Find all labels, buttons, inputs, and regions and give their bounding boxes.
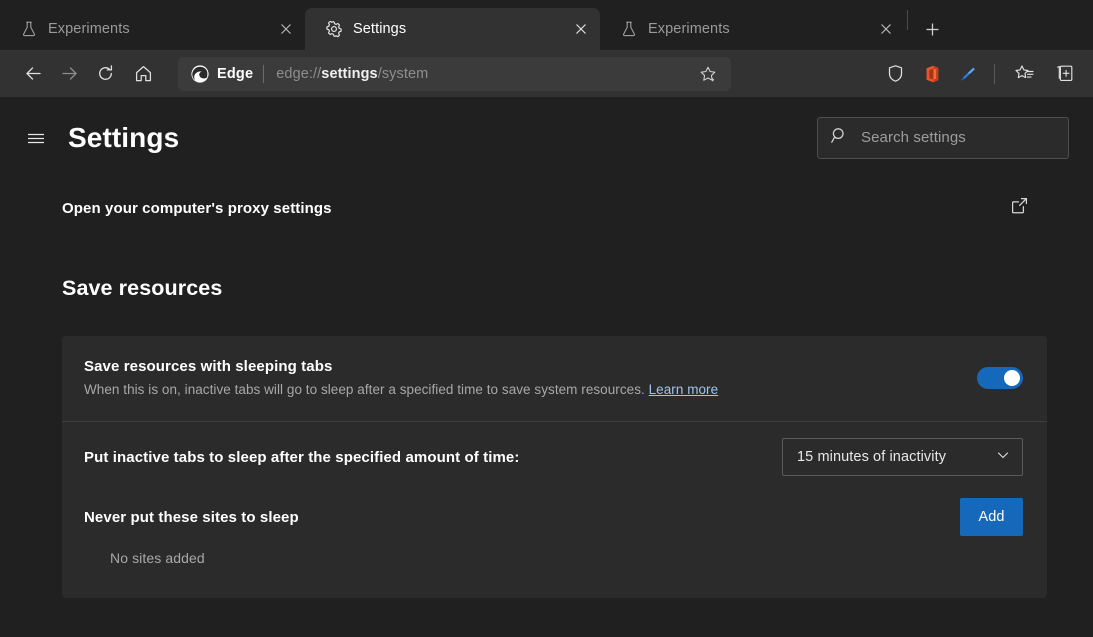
refresh-icon [96,64,115,83]
sleep-timer-row: Put inactive tabs to sleep after the spe… [62,422,1047,488]
add-site-button[interactable]: Add [960,498,1023,536]
toolbar-divider [994,64,995,84]
url-highlighted: settings [321,66,377,82]
close-tab-icon[interactable] [273,16,299,42]
refresh-button[interactable] [88,57,122,91]
never-sleep-label: Never put these sites to sleep [84,509,960,526]
toggle-knob [1004,370,1020,386]
flask-icon [20,20,38,38]
flask-icon [620,20,638,38]
section-title-save-resources: Save resources [0,238,1069,301]
home-button[interactable] [124,57,162,91]
sleeping-tabs-toggle[interactable] [977,367,1023,389]
office-button[interactable] [914,57,948,91]
sleep-timer-text: Put inactive tabs to sleep after the spe… [84,449,782,466]
sleep-timer-label: Put inactive tabs to sleep after the spe… [84,449,782,466]
edge-brand: Edge [190,64,253,84]
chevron-down-icon [996,448,1010,467]
sleeping-tabs-title: Save resources with sleeping tabs [84,358,977,375]
tab-title: Experiments [48,21,263,37]
close-tab-icon[interactable] [873,16,899,42]
gear-icon [325,20,343,38]
never-sleep-empty-row: No sites added [62,544,1047,598]
plus-icon [925,22,940,37]
no-sites-added-text: No sites added [110,550,205,566]
sleep-timer-dropdown[interactable]: 15 minutes of inactivity [782,438,1023,476]
favorites-button[interactable] [1005,57,1043,91]
never-sleep-row: Never put these sites to sleep Add [62,488,1047,544]
address-bar-separator [263,65,264,83]
url-suffix: /system [378,66,429,82]
tab-title: Settings [353,21,558,37]
tracking-prevention-shield-icon [886,64,905,83]
open-external-link-icon[interactable] [1010,196,1029,220]
collections-button[interactable] [1045,57,1083,91]
back-arrow-icon [24,64,43,83]
forward-arrow-icon [60,64,79,83]
proxy-settings-label: Open your computer's proxy settings [62,200,332,217]
tracking-prevention-button[interactable] [878,57,912,91]
search-settings-box[interactable]: Search settings [817,117,1069,159]
sleep-timer-selected-value: 15 minutes of inactivity [797,449,996,465]
save-resources-card: Save resources with sleeping tabs When t… [62,336,1047,598]
edge-logo-icon [190,64,210,84]
never-sleep-text: Never put these sites to sleep [84,509,960,526]
address-bar[interactable]: Edge edge://settings/system [178,57,731,91]
browser-toolbar: Edge edge://settings/system [0,50,1093,97]
tab-experiments-1[interactable]: Experiments [0,8,305,50]
back-button[interactable] [16,57,50,91]
search-input[interactable]: Search settings [861,129,966,146]
edge-brand-label: Edge [217,66,253,82]
add-favorite-button[interactable] [691,57,725,91]
collections-pen-icon [957,64,977,84]
tab-title: Experiments [648,21,863,37]
new-tab-button[interactable] [916,13,948,45]
favorites-list-icon [1014,63,1035,84]
close-tab-icon[interactable] [568,16,594,42]
url-prefix: edge:// [276,66,321,82]
tab-experiments-2[interactable]: Experiments [600,8,905,50]
hamburger-menu-icon[interactable] [16,118,56,158]
office-icon [921,64,941,84]
add-favorite-star-icon [699,65,717,83]
collections-pen-button[interactable] [950,57,984,91]
sleeping-tabs-description: When this is on, inactive tabs will go t… [84,382,977,397]
sleeping-tabs-text: Save resources with sleeping tabs When t… [84,358,977,397]
sleeping-tabs-description-text: When this is on, inactive tabs will go t… [84,382,645,397]
forward-button[interactable] [52,57,86,91]
collections-icon [1054,63,1075,84]
tab-strip: Experiments Settings Experiments [0,0,1093,50]
tab-strip-divider [907,10,908,30]
sleeping-tabs-row: Save resources with sleeping tabs When t… [62,336,1047,421]
tab-settings[interactable]: Settings [305,8,600,50]
page-title: Settings [68,122,179,154]
search-icon [830,126,849,150]
address-bar-url[interactable]: edge://settings/system [276,66,683,82]
learn-more-link[interactable]: Learn more [649,382,719,397]
settings-content: Open your computer's proxy settings Save… [0,178,1093,637]
home-icon [134,64,153,83]
proxy-settings-row[interactable]: Open your computer's proxy settings [0,178,1069,238]
settings-header: Settings Search settings [0,97,1093,178]
